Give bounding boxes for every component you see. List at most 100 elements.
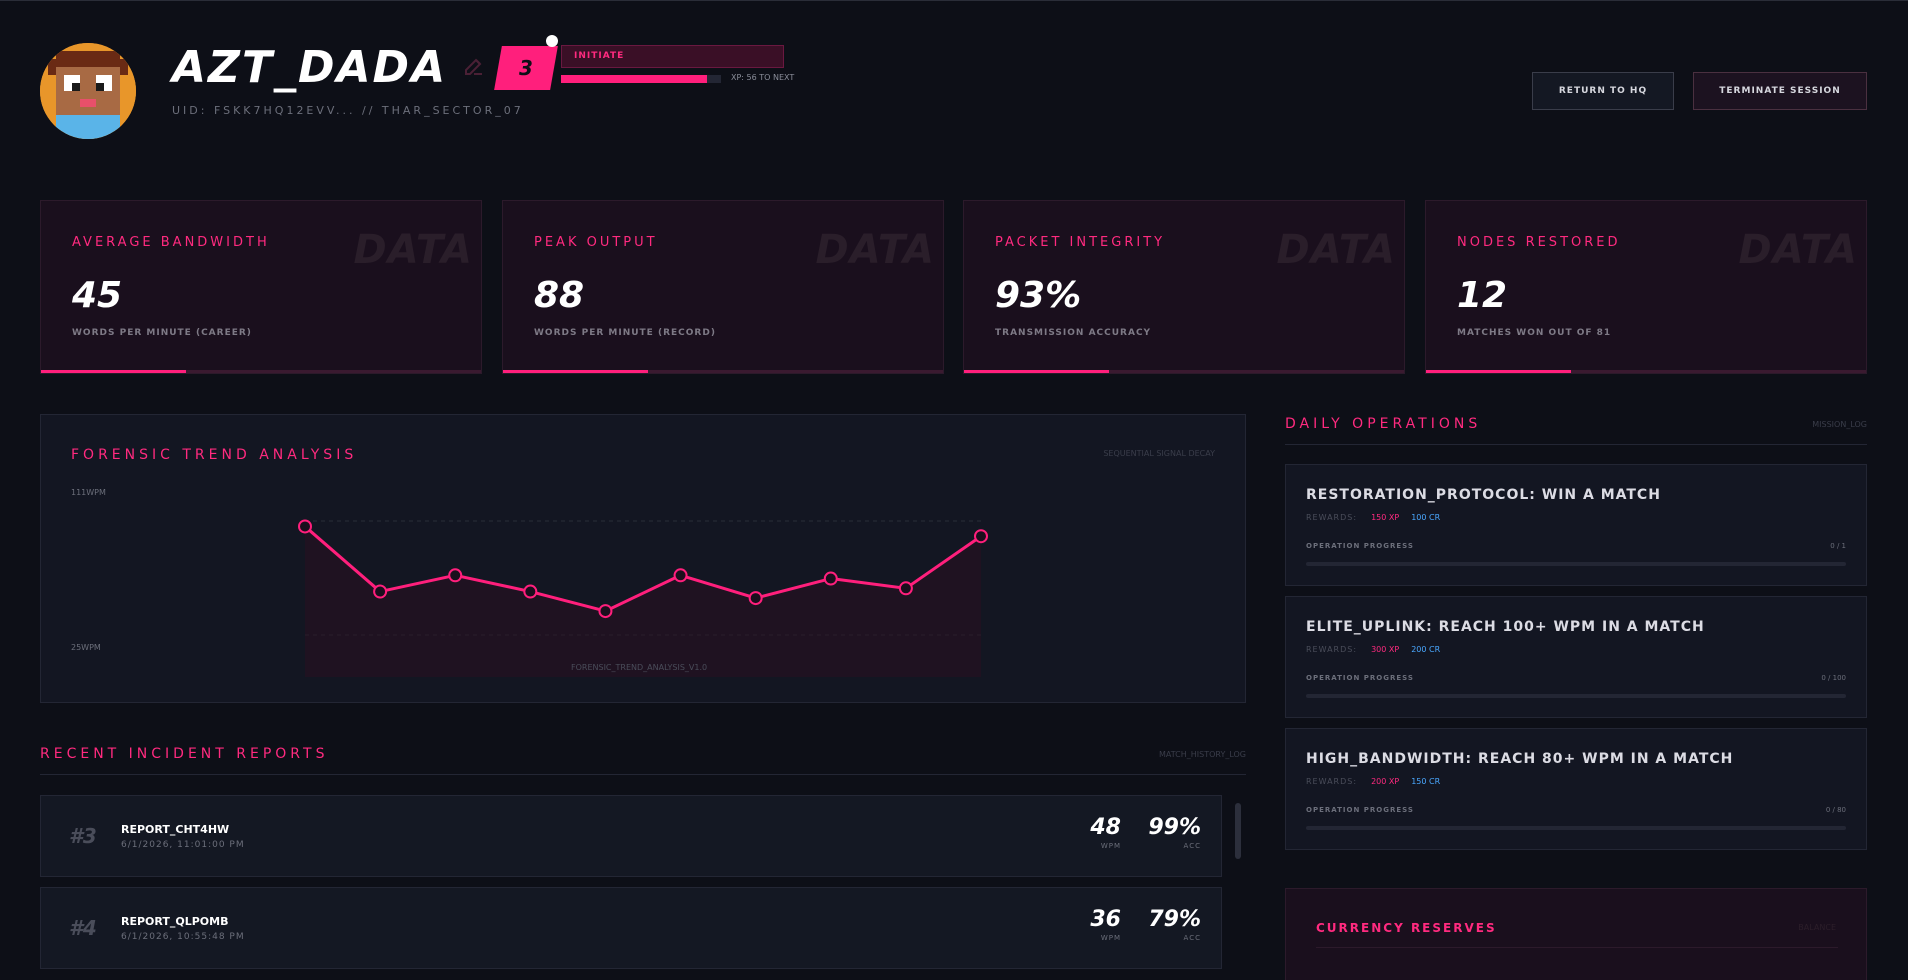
report-date: 6/1/2026, 10:55:48 PM [121,932,245,942]
stat-card-average-bandwidth: AVERAGE BANDWIDTH DATA 45 WORDS PER MINU… [40,200,482,374]
data-point [598,604,613,619]
report-wpm-unit: WPM [1100,934,1121,942]
avatar[interactable] [40,43,136,139]
operation-title: ELITE_UPLINK: REACH 100+ WPM IN A MATCH [1306,619,1705,635]
xp-remaining: XP: 56 TO NEXT [731,73,795,82]
operation-card[interactable]: HIGH_BANDWIDTH: REACH 80+ WPM IN A MATCH… [1285,728,1867,850]
report-accuracy: 99% ACC [1148,814,1201,850]
currency-title: CURRENCY RESERVES [1316,921,1497,935]
currency-reserves-panel: CURRENCY RESERVES BALANCE [1285,888,1867,980]
report-acc-unit: ACC [1183,934,1201,942]
forensic-trend-panel: 111WPM 25WPM FORENSIC_TREND_ANALYSIS_V1.0 … [40,414,1246,703]
report-wpm-unit: WPM [1100,842,1121,850]
stat-card-nodes-restored: NODES RESTORED DATA 12 MATCHES WON OUT O… [1425,200,1867,374]
operation-progress-bar [1306,562,1846,566]
level-badge: 3 [494,46,558,90]
reward-credits: 100 CR [1411,513,1441,522]
section-divider [40,774,1246,775]
rewards-label: REWARDS: [1306,777,1358,786]
chart-meta: SEQUENTIAL SIGNAL DECAY [1103,449,1215,458]
rewards-label: REWARDS: [1306,513,1358,522]
operation-progress-count: 0 / 1 [1830,542,1846,550]
level-number: 3 [519,56,533,80]
chart-title: FORENSIC TREND ANALYSIS [71,447,358,463]
report-wpm: 48 WPM [1090,814,1121,850]
operation-progress-count: 0 / 80 [1825,806,1846,814]
stat-watermark: DATA [1738,227,1858,273]
xp-progress-bar [561,75,721,83]
report-rank: #3 [69,824,97,848]
stat-accent-bar [964,370,1404,373]
data-point [448,568,463,583]
stat-accent-fill [1426,370,1572,373]
operation-card[interactable]: ELITE_UPLINK: REACH 100+ WPM IN A MATCH … [1285,596,1867,718]
report-acc-value: 79% [1148,907,1201,932]
stat-value: 12 [1457,275,1508,316]
currency-divider [1316,947,1838,948]
reward-xp: 150 XP [1371,513,1400,522]
data-point [298,519,312,534]
report-id: REPORT_QLPOMB [121,915,229,928]
reward-xp: 200 XP [1371,777,1400,786]
operation-title: RESTORATION_PROTOCOL: WIN A MATCH [1306,487,1661,503]
report-row[interactable]: #4 REPORT_QLPOMB 6/1/2026, 10:55:48 PM 3… [40,887,1222,969]
stat-label: AVERAGE BANDWIDTH [72,235,270,250]
y-axis-label-bottom: 25WPM [71,643,101,652]
stat-accent-bar [1426,370,1866,373]
stat-watermark: DATA [1276,227,1396,273]
operation-progress-label: OPERATION PROGRESS [1306,674,1414,682]
y-axis-label-top: 111WPM [71,488,106,497]
stat-watermark: DATA [815,227,935,273]
operation-progress-label: OPERATION PROGRESS [1306,806,1414,814]
terminate-session-button[interactable]: TERMINATE SESSION [1693,72,1867,110]
operation-progress-bar [1306,826,1846,830]
report-rank: #4 [69,916,97,940]
report-wpm-value: 48 [1090,815,1121,840]
data-point [373,584,388,599]
stat-accent-bar [503,370,943,373]
stat-value: 93% [995,275,1082,316]
operation-progress-label: OPERATION PROGRESS [1306,542,1414,550]
stat-sublabel: TRANSMISSION ACCURACY [995,328,1152,338]
reward-xp: 300 XP [1371,645,1400,654]
stat-accent-bar [41,370,481,373]
reports-scrollbar[interactable] [1235,803,1241,859]
top-border [0,0,1908,1]
operation-rewards: REWARDS: 150 XP 100 CR [1306,513,1440,522]
report-acc-unit: ACC [1183,842,1201,850]
data-point [898,581,913,596]
reward-credits: 200 CR [1411,645,1441,654]
rank-label: INITIATE [561,45,784,68]
report-wpm-value: 36 [1090,907,1121,932]
stat-accent-fill [41,370,187,373]
stat-card-packet-integrity: PACKET INTEGRITY DATA 93% TRANSMISSION A… [963,200,1405,374]
stat-watermark: DATA [353,227,473,273]
series-area [305,526,981,677]
stat-value: 45 [72,275,123,316]
user-uid: UID: FSKK7HQ12EVV... // THAR_SECTOR_07 [172,104,524,117]
report-date: 6/1/2026, 11:01:00 PM [121,840,245,850]
operation-card[interactable]: RESTORATION_PROTOCOL: WIN A MATCH REWARD… [1285,464,1867,586]
report-accuracy: 79% ACC [1148,906,1201,942]
stat-value: 88 [534,275,585,316]
report-row[interactable]: #3 REPORT_CHT4HW 6/1/2026, 11:01:00 PM 4… [40,795,1222,877]
data-point [673,568,688,583]
daily-operations-meta: MISSION_LOG [1812,420,1867,429]
pixel-avatar-icon [40,43,136,139]
stat-label: PEAK OUTPUT [534,235,658,250]
stat-label: PACKET INTEGRITY [995,235,1166,250]
data-point [523,584,538,599]
operation-progress-count: 0 / 100 [1821,674,1846,682]
stat-sublabel: MATCHES WON OUT OF 81 [1457,328,1612,338]
recent-reports-meta: MATCH_HISTORY_LOG [1158,750,1246,759]
operation-rewards: REWARDS: 300 XP 200 CR [1306,645,1440,654]
stat-card-peak-output: PEAK OUTPUT DATA 88 WORDS PER MINUTE (RE… [502,200,944,374]
edit-icon[interactable] [462,54,486,78]
section-divider [1285,444,1867,445]
stat-accent-fill [964,370,1110,373]
return-to-hq-button[interactable]: RETURN TO HQ [1532,72,1674,110]
currency-meta: BALANCE [1798,923,1836,932]
operation-rewards: REWARDS: 200 XP 150 CR [1306,777,1440,786]
status-dot-icon [546,35,558,47]
report-wpm: 36 WPM [1090,906,1121,942]
